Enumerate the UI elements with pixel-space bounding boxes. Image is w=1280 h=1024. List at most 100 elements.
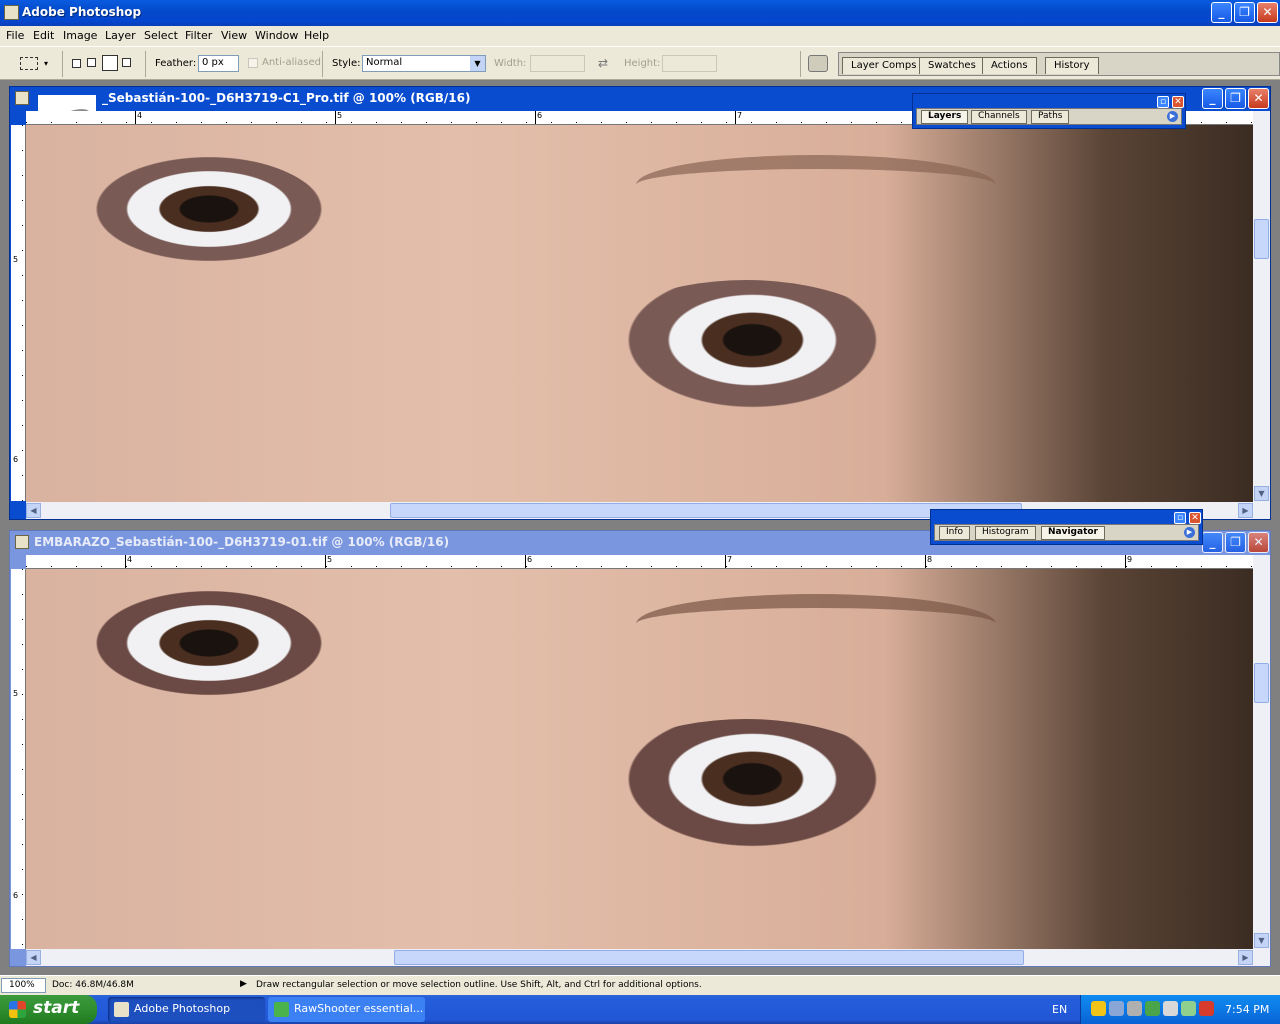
- maximize-button[interactable]: ❐: [1234, 2, 1255, 23]
- height-input[interactable]: [662, 55, 717, 72]
- menu-help[interactable]: Help: [304, 29, 329, 42]
- clock[interactable]: 7:54 PM: [1225, 1003, 1269, 1016]
- tab-layers[interactable]: Layers: [921, 110, 969, 124]
- tab-info[interactable]: Info: [939, 526, 971, 540]
- start-button[interactable]: start: [0, 995, 97, 1024]
- tab-paths[interactable]: Paths: [1031, 110, 1070, 124]
- chevron-down-icon[interactable]: ▼: [470, 56, 485, 71]
- photoshop-icon: [114, 1002, 129, 1017]
- ruler-label: 6: [537, 111, 543, 120]
- scroll-left-icon[interactable]: ◀: [26, 950, 41, 965]
- scroll-thumb[interactable]: [390, 503, 1022, 518]
- photoshop-doc-icon: [15, 535, 29, 549]
- vertical-ruler[interactable]: 5 6: [11, 569, 26, 949]
- scroll-right-icon[interactable]: ▶: [1238, 950, 1253, 965]
- photoshop-app-icon[interactable]: [4, 5, 19, 20]
- security-shield-icon[interactable]: [1091, 1001, 1106, 1016]
- doc1-minimize-button[interactable]: _: [1202, 88, 1223, 109]
- vertical-scrollbar[interactable]: ▼: [1253, 111, 1270, 502]
- menu-layer[interactable]: Layer: [105, 29, 136, 42]
- doc-size-readout[interactable]: Doc: 46.8M/46.8M: [52, 980, 134, 990]
- vertical-ruler[interactable]: 5 6: [11, 125, 26, 501]
- network-icon[interactable]: [1109, 1001, 1124, 1016]
- antivirus-icon[interactable]: [1199, 1001, 1214, 1016]
- menu-view[interactable]: View: [221, 29, 247, 42]
- ruler-label: 6: [527, 555, 533, 564]
- scroll-thumb[interactable]: [1254, 663, 1269, 703]
- well-tab-layer-comps[interactable]: Layer Comps: [842, 57, 926, 74]
- palette-menu-icon[interactable]: ▶: [1167, 111, 1178, 122]
- chevron-down-icon[interactable]: ▾: [44, 59, 48, 68]
- palette-minimize-icon[interactable]: ▫: [1157, 96, 1169, 108]
- vertical-scrollbar[interactable]: ▼: [1253, 555, 1270, 949]
- scroll-right-icon[interactable]: ▶: [1238, 503, 1253, 518]
- menu-window[interactable]: Window: [255, 29, 298, 42]
- palette-close-icon[interactable]: ✕: [1189, 512, 1201, 524]
- palette-menu-icon[interactable]: ▶: [1184, 527, 1195, 538]
- well-tab-actions[interactable]: Actions: [982, 57, 1037, 74]
- windows-logo-icon: [9, 1001, 26, 1018]
- image-canvas[interactable]: [26, 569, 1253, 949]
- antialiased-checkbox[interactable]: [248, 58, 258, 68]
- ruler-label: 4: [127, 555, 133, 564]
- document-window-1[interactable]: _Sebastián-100-_D6H3719-C1_Pro.tif @ 100…: [9, 86, 1271, 520]
- marquee-tool-icon[interactable]: [20, 57, 38, 70]
- menu-select[interactable]: Select: [144, 29, 178, 42]
- swap-arrows-icon[interactable]: ⇄: [598, 56, 608, 70]
- feather-input[interactable]: 0 px: [198, 55, 239, 72]
- scroll-thumb[interactable]: [394, 950, 1024, 965]
- document-window-2[interactable]: EMBARAZO_Sebastián-100-_D6H3719-01.tif @…: [9, 530, 1271, 967]
- doc1-maximize-button[interactable]: ❐: [1225, 88, 1246, 109]
- scroll-down-icon[interactable]: ▼: [1254, 933, 1269, 948]
- minimize-button[interactable]: _: [1211, 2, 1232, 23]
- menu-image[interactable]: Image: [63, 29, 97, 42]
- layers-palette[interactable]: ▫ ✕ Layers Channels Paths ▶: [912, 93, 1186, 129]
- scroll-left-icon[interactable]: ◀: [26, 503, 41, 518]
- menu-file[interactable]: File: [6, 29, 24, 42]
- tab-histogram[interactable]: Histogram: [975, 526, 1036, 540]
- navigator-palette[interactable]: ▫ ✕ Info Histogram Navigator ▶: [930, 509, 1203, 545]
- taskbar-item-photoshop[interactable]: Adobe Photoshop: [108, 997, 265, 1022]
- ruler-label: 6: [13, 455, 19, 464]
- menu-edit[interactable]: Edit: [33, 29, 54, 42]
- left-eye: [66, 155, 326, 275]
- intersect-selection-icon[interactable]: [122, 58, 131, 67]
- close-button[interactable]: ✕: [1257, 2, 1278, 23]
- well-tab-swatches[interactable]: Swatches: [919, 57, 985, 74]
- scroll-down-icon[interactable]: ▼: [1254, 486, 1269, 501]
- palette-minimize-icon[interactable]: ▫: [1174, 512, 1186, 524]
- document-2-title: EMBARAZO_Sebastián-100-_D6H3719-01.tif @…: [34, 535, 450, 549]
- green-arrow-icon[interactable]: [1145, 1001, 1160, 1016]
- separator: [322, 51, 323, 77]
- style-select[interactable]: Normal ▼: [362, 55, 486, 72]
- new-selection-icon[interactable]: [72, 59, 81, 68]
- eyebrow: [636, 155, 996, 215]
- monitor-icon[interactable]: [1181, 1001, 1196, 1016]
- doc2-close-button[interactable]: ✕: [1248, 532, 1269, 553]
- file-browser-icon[interactable]: [808, 55, 828, 72]
- well-tab-history[interactable]: History: [1045, 57, 1099, 74]
- speaker-icon[interactable]: [1163, 1001, 1178, 1016]
- language-indicator[interactable]: EN: [1052, 1003, 1067, 1016]
- menu-filter[interactable]: Filter: [185, 29, 212, 42]
- horizontal-ruler[interactable]: 4 5 6 7 8 9: [26, 555, 1253, 569]
- scroll-thumb[interactable]: [1254, 219, 1269, 259]
- horizontal-scrollbar[interactable]: ◀ ▶: [26, 949, 1270, 966]
- taskbar-item-rawshooter[interactable]: RawShooter essential...: [268, 997, 425, 1022]
- doc2-minimize-button[interactable]: _: [1202, 532, 1223, 553]
- doc1-close-button[interactable]: ✕: [1248, 88, 1269, 109]
- width-input[interactable]: [530, 55, 585, 72]
- doc2-maximize-button[interactable]: ❐: [1225, 532, 1246, 553]
- add-selection-icon[interactable]: [87, 58, 96, 67]
- ruler-label: 7: [737, 111, 743, 120]
- status-menu-arrow-icon[interactable]: ▶: [240, 979, 247, 989]
- zoom-field[interactable]: 100%: [1, 978, 46, 993]
- printer-icon[interactable]: [1127, 1001, 1142, 1016]
- subtract-selection-icon[interactable]: [102, 55, 118, 71]
- feather-label: Feather:: [155, 58, 197, 69]
- palette-close-icon[interactable]: ✕: [1172, 96, 1184, 108]
- ruler-label: 4: [137, 111, 143, 120]
- tab-navigator[interactable]: Navigator: [1041, 526, 1105, 540]
- image-canvas[interactable]: [26, 125, 1253, 502]
- tab-channels[interactable]: Channels: [971, 110, 1027, 124]
